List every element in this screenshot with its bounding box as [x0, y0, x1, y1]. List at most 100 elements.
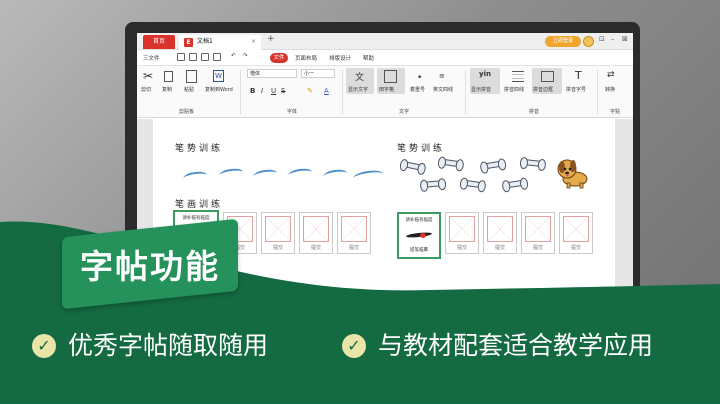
- separator: [240, 70, 241, 114]
- font-group-label: 字体: [287, 109, 298, 115]
- word-icon[interactable]: W: [213, 70, 224, 82]
- restore-icon[interactable]: ⊡: [599, 35, 605, 43]
- separator: [597, 70, 598, 114]
- copy-to-word-button[interactable]: 复制到Word: [205, 86, 233, 93]
- emphasis-button[interactable]: 着重号: [410, 86, 425, 93]
- practice-caption: 提笔临摹: [410, 248, 428, 253]
- emphasis-dot-icon[interactable]: •: [417, 73, 422, 83]
- file-menu[interactable]: 三文件: [143, 54, 160, 62]
- font-family-select[interactable]: 楷体: [247, 69, 297, 78]
- pinyin-font-size-button[interactable]: 拼音字号: [566, 86, 586, 93]
- practice-cell[interactable]: 提交: [445, 212, 479, 254]
- dog-icon: [557, 159, 588, 189]
- clipboard-group-label: 剪贴板: [179, 109, 195, 115]
- pinyin-lines-icon[interactable]: [512, 71, 524, 82]
- separator: [465, 70, 466, 114]
- check-icon: ✓: [32, 334, 56, 358]
- convert-button[interactable]: 转换: [605, 86, 615, 93]
- show-pinyin-button[interactable]: 显示拼音: [471, 86, 491, 93]
- pinyin-border-button[interactable]: 拼音边框: [533, 86, 553, 93]
- menu-help[interactable]: 帮助: [363, 54, 374, 62]
- practice-cell-sample-right[interactable]: 请补临有临度 提笔临摹: [397, 212, 441, 259]
- italic-icon[interactable]: I: [261, 87, 263, 95]
- window-close-icon[interactable]: ⊠: [622, 35, 628, 43]
- practice-cell[interactable]: 提交: [521, 212, 555, 254]
- tab-document-title: 文档1: [197, 38, 213, 45]
- wps-logo-icon: E: [184, 38, 193, 47]
- new-file-icon[interactable]: [177, 53, 185, 61]
- tab-home[interactable]: 首页: [143, 35, 175, 49]
- font-size-select[interactable]: 小一: [301, 69, 335, 78]
- feature-text-2: 与教材配套适合教学应用: [378, 331, 654, 360]
- highlight-icon[interactable]: ✎: [307, 87, 313, 95]
- menu-page-layout[interactable]: 页面布局: [295, 54, 317, 62]
- redo-icon[interactable]: ↷: [243, 53, 248, 59]
- practice-cell[interactable]: 提交: [483, 212, 517, 254]
- paste-button[interactable]: 粘贴: [184, 86, 194, 93]
- stroke-sample: [252, 168, 278, 178]
- login-button[interactable]: 立即登录: [545, 36, 581, 47]
- menu-typeset-design[interactable]: 排版设计: [329, 54, 351, 62]
- text-icon[interactable]: 文: [355, 70, 364, 83]
- menu-bar: 三文件 ↶ ↷ 文件 页面布局 排版设计 帮助: [137, 50, 633, 66]
- check-icon: ✓: [342, 334, 366, 358]
- strikethrough-icon[interactable]: S: [281, 87, 285, 95]
- pinyin-border-icon[interactable]: [541, 71, 554, 82]
- stroke-sample: [352, 168, 384, 180]
- practice-hint: 请补临有临度: [405, 218, 433, 223]
- copybook-group-label: 字贴: [610, 109, 621, 115]
- copy-button[interactable]: 复制: [162, 86, 172, 93]
- practice-cell[interactable]: 提交: [337, 212, 371, 254]
- underline-icon[interactable]: U: [271, 87, 276, 95]
- practice-cell[interactable]: 提交: [299, 212, 333, 254]
- brush-stroke: [405, 231, 433, 239]
- cut-button[interactable]: 剪切: [141, 86, 151, 93]
- stroke-training-heading-left: 笔势训练: [175, 144, 224, 154]
- separator: [342, 70, 343, 114]
- avatar[interactable]: [583, 36, 594, 47]
- show-text-button[interactable]: 显示文字: [348, 86, 368, 93]
- font-color-icon[interactable]: A: [324, 87, 329, 95]
- bone-icon: [422, 180, 444, 188]
- copy-icon[interactable]: [164, 71, 173, 82]
- paste-icon[interactable]: [186, 70, 197, 83]
- stroke-sample: [287, 167, 313, 177]
- text-group-label: 文字: [399, 109, 410, 115]
- bone-icon: [522, 158, 544, 168]
- pinyin-four-line-button[interactable]: 拼音四线: [504, 86, 524, 93]
- bone-icon: [440, 158, 462, 168]
- stroke-sample: [322, 168, 348, 178]
- tian-grid-icon[interactable]: [384, 70, 397, 83]
- bold-icon[interactable]: B: [250, 87, 255, 95]
- stroke-sample: [218, 167, 244, 177]
- draw-training-heading: 笔画训练: [175, 200, 224, 210]
- practice-cell[interactable]: 提交: [261, 212, 295, 254]
- open-folder-icon[interactable]: [189, 53, 197, 61]
- feature-badge-title: 字帖功能: [80, 247, 220, 286]
- tab-document[interactable]: E 文档1 ×: [179, 35, 261, 50]
- tian-grid-button[interactable]: 田字格: [379, 86, 394, 93]
- undo-icon[interactable]: ↶: [231, 53, 236, 59]
- stroke-training-heading-right: 笔势训练: [397, 144, 446, 154]
- feature-item-1: ✓ 优秀字帖随取随用: [32, 328, 292, 364]
- scissors-icon[interactable]: ✂: [143, 69, 153, 83]
- english-lines-icon[interactable]: ≡: [439, 72, 445, 80]
- practice-hint: 请补临有临度: [182, 216, 210, 221]
- file-button[interactable]: 文件: [270, 53, 288, 63]
- minimize-icon[interactable]: –: [611, 35, 615, 43]
- print-icon[interactable]: [201, 53, 209, 61]
- preview-icon[interactable]: [213, 53, 221, 61]
- ribbon-toolbar: ✂ 剪切 复制 粘贴 W 复制到Word 剪贴板 楷体 小一 B I U S ✎…: [137, 66, 633, 118]
- close-icon[interactable]: ×: [251, 35, 256, 49]
- practice-cell[interactable]: 提交: [559, 212, 593, 254]
- bone-icon: [482, 160, 504, 170]
- feature-item-2: ✓ 与教材配套适合教学应用: [342, 328, 682, 364]
- pinyin-font-size-icon[interactable]: T: [575, 69, 582, 82]
- stroke-sample: [182, 170, 208, 180]
- convert-icon[interactable]: ⇄: [607, 70, 615, 80]
- english-four-line-button[interactable]: 英文四线: [433, 86, 453, 93]
- feature-text-1: 优秀字帖随取随用: [68, 331, 269, 360]
- bone-icon: [462, 179, 484, 189]
- add-tab-icon[interactable]: +: [267, 34, 275, 44]
- pinyin-yin-icon[interactable]: yin: [479, 70, 491, 78]
